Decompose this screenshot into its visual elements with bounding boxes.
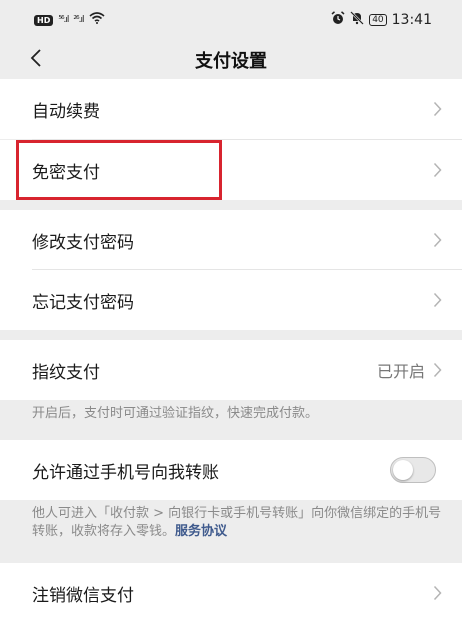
fingerprint-row[interactable]: 指纹支付 已开启 bbox=[0, 340, 462, 400]
auto-renew-label: 自动续费 bbox=[32, 101, 100, 122]
phone-transfer-toggle[interactable] bbox=[390, 457, 436, 483]
signal-icon-1: ⁵⁶.ıl bbox=[58, 15, 69, 25]
battery-icon: 40 bbox=[369, 14, 387, 26]
fingerprint-status: 已开启 bbox=[376, 362, 425, 381]
chevron-right-icon bbox=[433, 292, 442, 308]
forgot-password-label: 忘记支付密码 bbox=[32, 292, 134, 313]
back-button[interactable] bbox=[24, 48, 48, 72]
wifi-icon bbox=[88, 12, 105, 28]
signal-icon-2: ²⁶.ıl bbox=[73, 15, 84, 25]
phone-transfer-hint: 他人可进入「收付款 > 向银行卡或手机号转账」向你微信绑定的手机号转账，收款将存… bbox=[32, 505, 442, 541]
forgot-password-row[interactable]: 忘记支付密码 bbox=[0, 270, 462, 330]
chevron-right-icon bbox=[433, 232, 442, 248]
change-password-row[interactable]: 修改支付密码 bbox=[0, 210, 462, 270]
alarm-icon bbox=[331, 11, 345, 29]
password-free-label: 免密支付 bbox=[32, 162, 100, 183]
fingerprint-label: 指纹支付 bbox=[32, 362, 100, 383]
fingerprint-right: 已开启 bbox=[377, 358, 442, 382]
status-left: HD ⁵⁶.ıl ²⁶.ıl bbox=[34, 12, 105, 28]
mute-icon bbox=[350, 11, 365, 29]
auto-renew-row[interactable]: 自动续费 bbox=[0, 79, 462, 139]
chevron-right-icon bbox=[433, 162, 442, 178]
change-password-label: 修改支付密码 bbox=[32, 232, 134, 253]
status-right: 40 13:41 bbox=[331, 11, 432, 29]
toggle-knob bbox=[393, 460, 413, 480]
status-bar: HD ⁵⁶.ıl ²⁶.ıl 40 13:41 bbox=[0, 0, 462, 40]
nav-bar: 支付设置 bbox=[0, 40, 462, 80]
service-agreement-link[interactable]: 服务协议 bbox=[175, 524, 227, 539]
cancel-wechat-pay-row[interactable]: 注销微信支付 bbox=[0, 563, 462, 623]
chevron-right-icon bbox=[433, 101, 442, 117]
page-title: 支付设置 bbox=[195, 51, 267, 72]
status-time: 13:41 bbox=[391, 12, 432, 28]
chevron-right-icon bbox=[433, 362, 442, 378]
password-free-row[interactable]: 免密支付 bbox=[0, 140, 462, 200]
hd-badge: HD bbox=[34, 14, 54, 26]
phone-transfer-hint-text: 他人可进入「收付款 > 向银行卡或手机号转账」向你微信绑定的手机号转账，收款将存… bbox=[32, 506, 442, 539]
phone-transfer-label: 允许通过手机号向我转账 bbox=[32, 462, 219, 483]
cancel-wechat-pay-label: 注销微信支付 bbox=[32, 585, 134, 606]
chevron-right-icon bbox=[433, 585, 442, 601]
fingerprint-hint: 开启后，支付时可通过验证指纹，快速完成付款。 bbox=[32, 406, 319, 421]
chevron-left-icon bbox=[29, 48, 43, 72]
phone-transfer-row: 允许通过手机号向我转账 bbox=[0, 440, 462, 500]
